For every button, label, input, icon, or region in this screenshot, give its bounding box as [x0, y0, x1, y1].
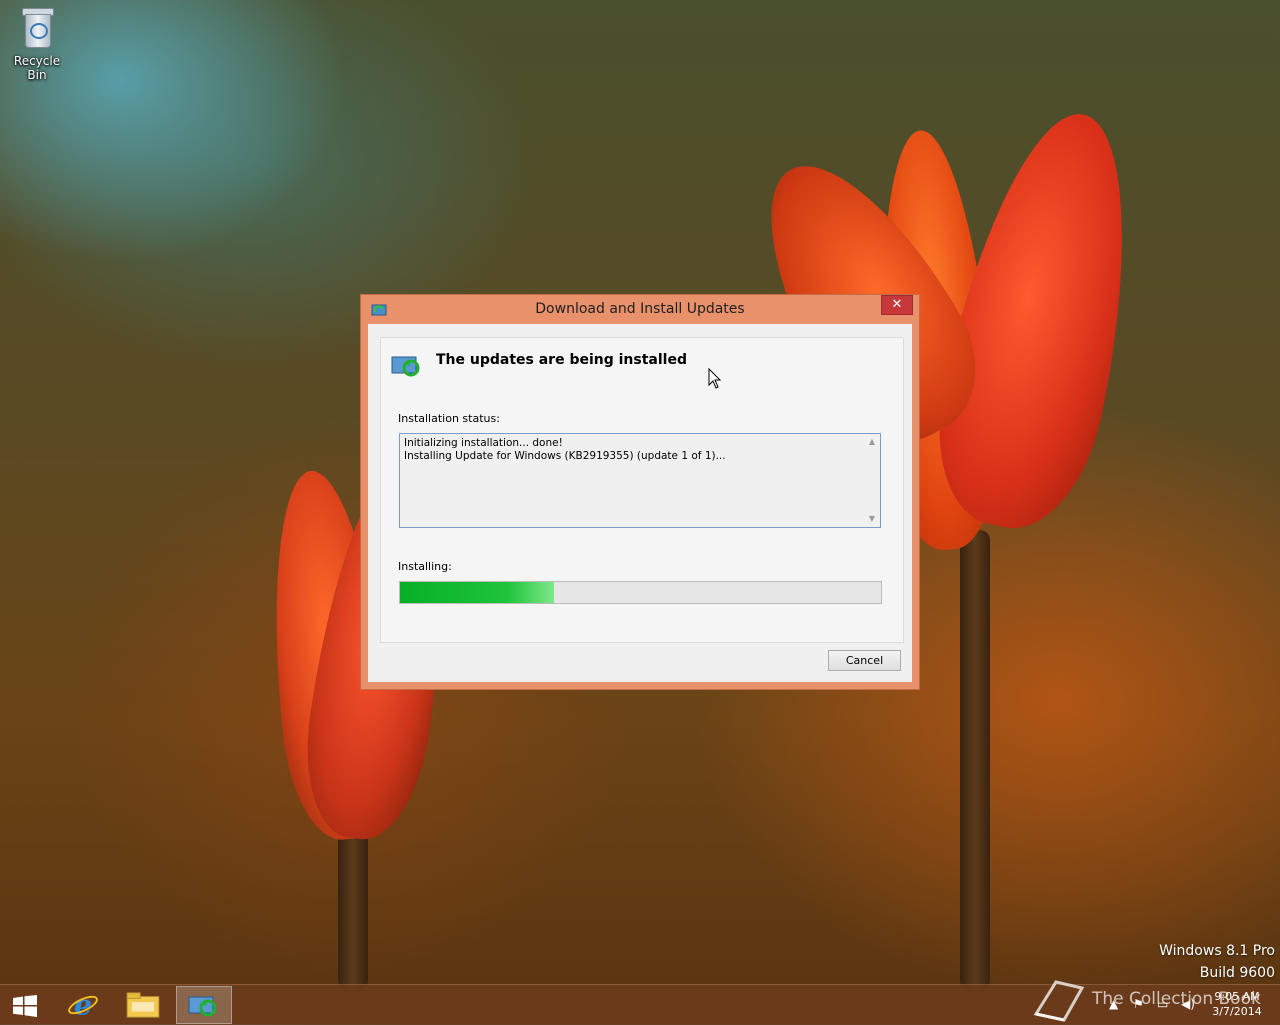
recycle-bin[interactable]: Recycle Bin — [4, 6, 70, 82]
internet-explorer-icon: e — [68, 988, 98, 1021]
scroll-up-icon[interactable]: ▲ — [867, 437, 877, 447]
scroll-down-icon[interactable]: ▼ — [867, 514, 877, 524]
dialog-header: The updates are being installed — [436, 352, 687, 368]
progress-fill — [400, 582, 554, 603]
file-explorer-icon — [126, 992, 160, 1018]
start-button[interactable] — [0, 986, 56, 1024]
svg-text:e: e — [74, 988, 92, 1021]
install-progress-bar — [399, 581, 882, 604]
update-dialog: Download and Install Updates ✕ The updat… — [360, 294, 920, 690]
dialog-titlebar[interactable]: Download and Install Updates ✕ — [361, 295, 919, 324]
log-line: Installing Update for Windows (KB2919355… — [404, 450, 726, 462]
taskbar-windows-update[interactable] — [176, 986, 232, 1024]
book-logo-icon — [1033, 980, 1085, 1022]
installation-status-log[interactable]: Initializing installation... done! Insta… — [399, 433, 881, 528]
windows-update-icon — [188, 996, 217, 1017]
dialog-title: Download and Install Updates — [535, 301, 745, 317]
installing-label: Installing: — [398, 560, 452, 573]
tulip-stem-right — [960, 530, 990, 990]
windows-update-icon — [391, 356, 420, 377]
taskbar-internet-explorer[interactable]: e — [56, 986, 112, 1024]
recycle-bin-icon — [20, 6, 54, 48]
dialog-client: The updates are being installed Installa… — [368, 324, 912, 682]
cancel-button[interactable]: Cancel — [828, 650, 901, 671]
log-line: Initializing installation... done! — [404, 437, 563, 449]
brand-watermark: The Collection Book — [1092, 989, 1261, 1009]
content-panel: The updates are being installed Installa… — [380, 337, 904, 643]
taskbar-file-explorer[interactable] — [116, 986, 172, 1024]
mouse-cursor-icon — [708, 368, 722, 389]
tulip-stem-left — [338, 830, 368, 990]
watermark-edition: Windows 8.1 Pro — [1159, 943, 1275, 959]
windows-version-watermark: Windows 8.1 Pro Build 9600 — [1159, 940, 1275, 984]
windows-logo-icon — [13, 995, 37, 1017]
log-scrollbar[interactable]: ▲ ▼ — [865, 435, 879, 526]
close-button[interactable]: ✕ — [881, 295, 913, 315]
installation-status-label: Installation status: — [398, 412, 500, 425]
taskbar: e ▲ ⚑ ▭ ◀) 9:05 AM 3/7/2014 — [0, 984, 1280, 1025]
watermark-build: Build 9600 — [1199, 965, 1275, 981]
recycle-bin-label: Recycle Bin — [13, 54, 61, 82]
